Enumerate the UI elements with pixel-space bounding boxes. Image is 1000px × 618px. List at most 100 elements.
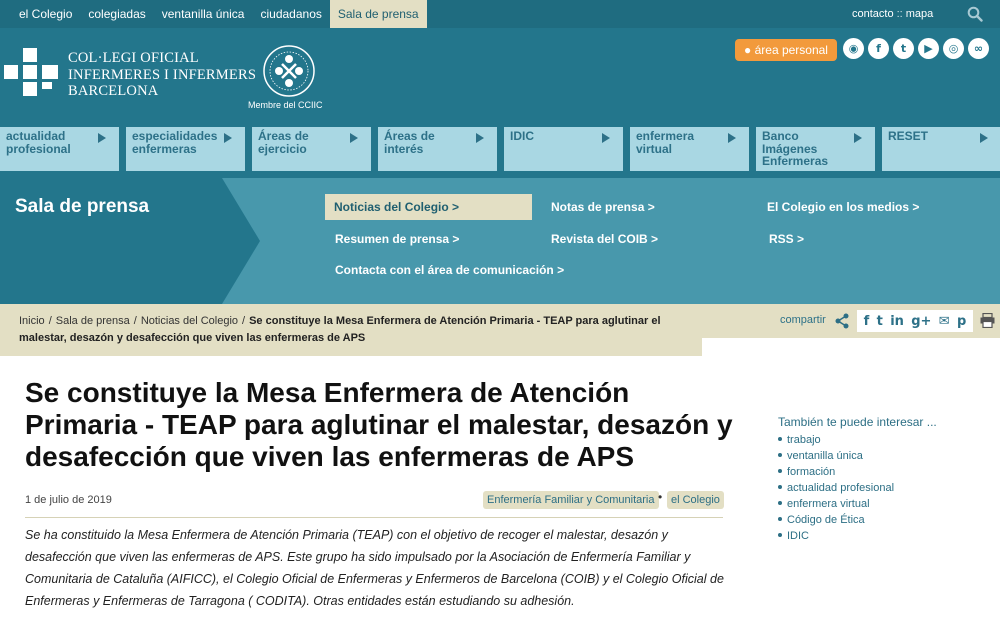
search-icon[interactable] — [967, 6, 983, 22]
arrow-right-icon — [854, 133, 862, 143]
nav-tile-reset[interactable]: RESET — [882, 127, 1000, 171]
top-utility-links: contacto:: mapa — [852, 0, 933, 28]
arrow-right-icon — [476, 133, 484, 143]
email-icon[interactable]: ✉ — [939, 314, 950, 329]
related-item-label: trabajo — [787, 434, 821, 446]
social-icons: ◉ f t ▶ ◎ ∞ — [843, 38, 989, 59]
twitter-icon[interactable]: t — [893, 38, 914, 59]
breadcrumb-separator: / — [133, 315, 137, 327]
instagram-icon[interactable]: ◉ — [843, 38, 864, 59]
sala-link-rss[interactable]: RSS > — [760, 226, 813, 252]
ciic-member-label: Membre del CCIIC — [248, 100, 323, 110]
ciic-emblem-icon — [263, 45, 315, 97]
rss-circle-icon[interactable]: ◎ — [943, 38, 964, 59]
top-nav-sala-de-prensa[interactable]: Sala de prensa — [329, 0, 427, 28]
nav-tile-especialidades-enfermeras[interactable]: especialidades enfermeras — [126, 127, 245, 171]
breadcrumb: Inicio / Sala de prensa / Noticias del Coleg… — [19, 313, 679, 347]
link-separator: :: — [896, 8, 903, 20]
related-item[interactable]: enfermera virtual — [778, 496, 894, 512]
breadcrumb-separator: / — [242, 315, 246, 327]
nav-tile-areas-de-interes[interactable]: Áreas de interés — [378, 127, 497, 171]
pinterest-icon[interactable]: p — [957, 314, 966, 329]
sala-link-revista-del-coib[interactable]: Revista del COIB > — [542, 226, 667, 252]
tag-separator: • — [658, 490, 663, 504]
sitemap-link[interactable]: mapa — [906, 8, 934, 20]
top-nav: el Colegio colegiadas ventanilla única c… — [11, 0, 427, 28]
nav-tile-enfermera-virtual[interactable]: enfermera virtual — [630, 127, 749, 171]
bullet-icon — [778, 517, 782, 522]
tag-enfermeria-familiar[interactable]: Enfermería Familiar y Comunitaria — [483, 491, 659, 509]
nav-tile-idic[interactable]: IDIC — [504, 127, 623, 171]
related-title: También te puede interesar ... — [778, 415, 937, 429]
nav-tile-actualidad-profesional[interactable]: actualidad profesional — [0, 127, 119, 171]
share-label: compartir — [780, 314, 826, 326]
facebook-icon[interactable]: f — [864, 314, 870, 329]
related-item[interactable]: trabajo — [778, 432, 894, 448]
related-item-label: ventanilla única — [787, 450, 863, 462]
related-item-label: IDIC — [787, 530, 809, 542]
breadcrumb-sala-de-prensa[interactable]: Sala de prensa — [56, 315, 130, 327]
related-list: trabajo ventanilla única formación actua… — [778, 432, 894, 544]
related-item-label: actualidad profesional — [787, 482, 895, 494]
nav-tile-banco-imagenes[interactable]: Banco Imágenes Enfermeras — [756, 127, 875, 171]
article-date: 1 de julio de 2019 — [25, 494, 112, 506]
logo-line: COL·LEGI OFICIAL — [68, 50, 199, 66]
related-item[interactable]: Código de Ética — [778, 512, 894, 528]
top-bar: el Colegio colegiadas ventanilla única c… — [0, 0, 1000, 28]
coib-logo-text[interactable]: COL·LEGI OFICIAL INFERMERES I INFERMERS … — [68, 50, 256, 100]
google-plus-icon[interactable]: g+ — [911, 314, 931, 329]
bullet-icon — [778, 533, 782, 538]
related-item-label: enfermera virtual — [787, 498, 870, 510]
breadcrumb-inicio[interactable]: Inicio — [19, 315, 45, 327]
nav-tile-label: IDIC — [510, 129, 534, 143]
related-item[interactable]: IDIC — [778, 528, 894, 544]
logo-line: INFERMERES I INFERMERS — [68, 66, 257, 83]
contact-link[interactable]: contacto — [852, 8, 894, 20]
sala-link-colegio-en-los-medios[interactable]: El Colegio en los medios > — [758, 194, 928, 220]
arrow-right-icon — [350, 133, 358, 143]
twitter-icon[interactable]: t — [877, 314, 883, 329]
user-icon: ● — [744, 43, 752, 57]
bullet-icon — [778, 453, 782, 458]
sala-link-noticias-del-colegio[interactable]: Noticias del Colegio > — [325, 194, 532, 220]
related-item[interactable]: formación — [778, 464, 894, 480]
area-personal-button[interactable]: ● área personal — [735, 39, 837, 61]
share-buttons: f t in g+ ✉ p — [857, 310, 973, 332]
related-item[interactable]: ventanilla única — [778, 448, 894, 464]
breadcrumb-noticias-del-colegio[interactable]: Noticias del Colegio — [141, 315, 238, 327]
logo-line: BARCELONA — [68, 83, 159, 99]
coib-logo-cross-icon[interactable] — [4, 48, 58, 98]
related-item[interactable]: actualidad profesional — [778, 480, 894, 496]
top-nav-el-colegio[interactable]: el Colegio — [11, 0, 80, 28]
bullet-icon — [778, 501, 782, 506]
nav-tile-label: RESET — [888, 129, 929, 143]
facebook-icon[interactable]: f — [868, 38, 889, 59]
sala-link-contacta-comunicacion[interactable]: Contacta con el área de comunicación > — [326, 257, 573, 283]
area-personal-label: área personal — [754, 43, 828, 57]
breadcrumb-separator: / — [48, 315, 52, 327]
youtube-icon[interactable]: ▶ — [918, 38, 939, 59]
print-icon[interactable] — [980, 313, 995, 328]
sala-link-resumen-de-prensa[interactable]: Resumen de prensa > — [326, 226, 468, 252]
top-nav-colegiadas[interactable]: colegiadas — [80, 0, 153, 28]
share-icon[interactable] — [834, 313, 850, 329]
arrow-right-icon — [728, 133, 736, 143]
nav-tile-label: especialidades enfermeras — [132, 129, 218, 156]
related-item-label: formación — [787, 466, 836, 478]
linkedin-icon[interactable]: in — [890, 314, 904, 329]
arrow-right-icon — [980, 133, 988, 143]
nav-tile-label: actualidad profesional — [6, 129, 71, 156]
section-title: Sala de prensa — [15, 196, 150, 217]
nav-tile-label: enfermera virtual — [636, 129, 695, 156]
tag-el-colegio[interactable]: el Colegio — [667, 491, 724, 509]
bullet-icon — [778, 469, 782, 474]
nav-tile-label: Banco Imágenes Enfermeras — [762, 129, 829, 168]
divider — [25, 517, 723, 518]
nav-tile-label: Áreas de ejercicio — [258, 129, 309, 156]
top-nav-ciudadanos[interactable]: ciudadanos — [252, 0, 329, 28]
top-nav-ventanilla-unica[interactable]: ventanilla única — [154, 0, 253, 28]
nav-tile-areas-de-ejercicio[interactable]: Áreas de ejercicio — [252, 127, 371, 171]
flickr-icon[interactable]: ∞ — [968, 38, 989, 59]
sala-link-notas-de-prensa[interactable]: Notas de prensa > — [542, 194, 664, 220]
nav-tile-label: Áreas de interés — [384, 129, 435, 156]
